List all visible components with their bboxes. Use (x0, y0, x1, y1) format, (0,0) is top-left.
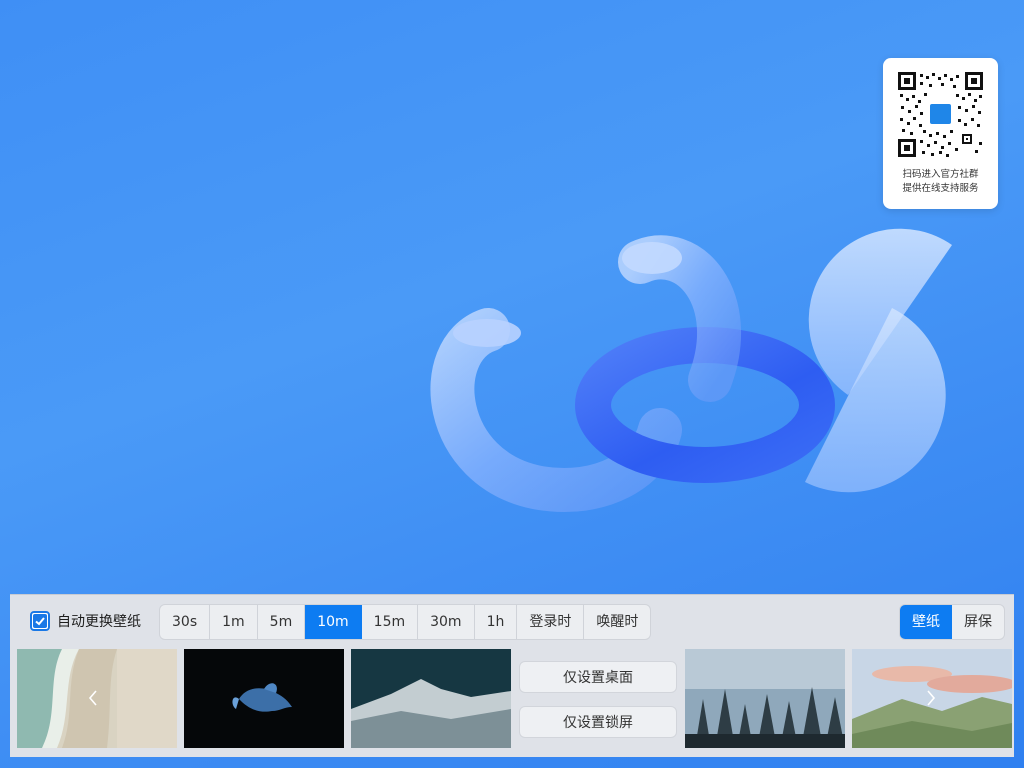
qr-caption-line2: 提供在线支持服务 (902, 183, 979, 194)
interval-30m[interactable]: 30m (418, 605, 475, 639)
qr-caption-line1: 扫码进入官方社群 (902, 169, 979, 180)
tab-screensaver[interactable]: 屏保 (952, 605, 1004, 639)
checkmark-icon (33, 614, 47, 628)
wallpaper-thumbnail-fish[interactable] (184, 649, 344, 748)
qr-community-card: 扫码进入官方社群 提供在线支持服务 (883, 58, 998, 209)
tab-wallpaper[interactable]: 壁纸 (900, 605, 952, 639)
interval-1h[interactable]: 1h (475, 605, 518, 639)
interval-10m[interactable]: 10m (305, 605, 362, 639)
interval-30s[interactable]: 30s (160, 605, 211, 639)
chevron-left-icon[interactable] (83, 685, 103, 711)
auto-change-checkbox[interactable] (30, 611, 50, 631)
wallpaper-settings-panel: 自动更换壁纸 30s 1m 5m 10m 15m 30m 1h 登录时 唤醒时 … (10, 594, 1014, 757)
interval-1m[interactable]: 1m (210, 605, 258, 639)
set-lockscreen-only-button[interactable]: 仅设置锁屏 (519, 706, 677, 738)
auto-change-wallpaper-toggle[interactable]: 自动更换壁纸 (30, 609, 141, 633)
auto-change-label: 自动更换壁纸 (57, 614, 141, 630)
interval-5m[interactable]: 5m (258, 605, 306, 639)
chevron-right-icon[interactable] (921, 685, 941, 711)
set-desktop-only-button[interactable]: 仅设置桌面 (519, 661, 677, 693)
wallpaper-thumbnail-mountain-mist[interactable] (351, 649, 511, 748)
interval-on-login[interactable]: 登录时 (517, 605, 585, 639)
wallpaper-screensaver-toggle: 壁纸 屏保 (899, 604, 1005, 640)
interval-on-wake[interactable]: 唤醒时 (584, 605, 650, 639)
interval-15m[interactable]: 15m (362, 605, 419, 639)
interval-selector: 30s 1m 5m 10m 15m 30m 1h 登录时 唤醒时 (159, 604, 652, 640)
wallpaper-thumbnail-foggy-forest[interactable] (685, 649, 845, 748)
qr-code-icon (898, 72, 983, 157)
